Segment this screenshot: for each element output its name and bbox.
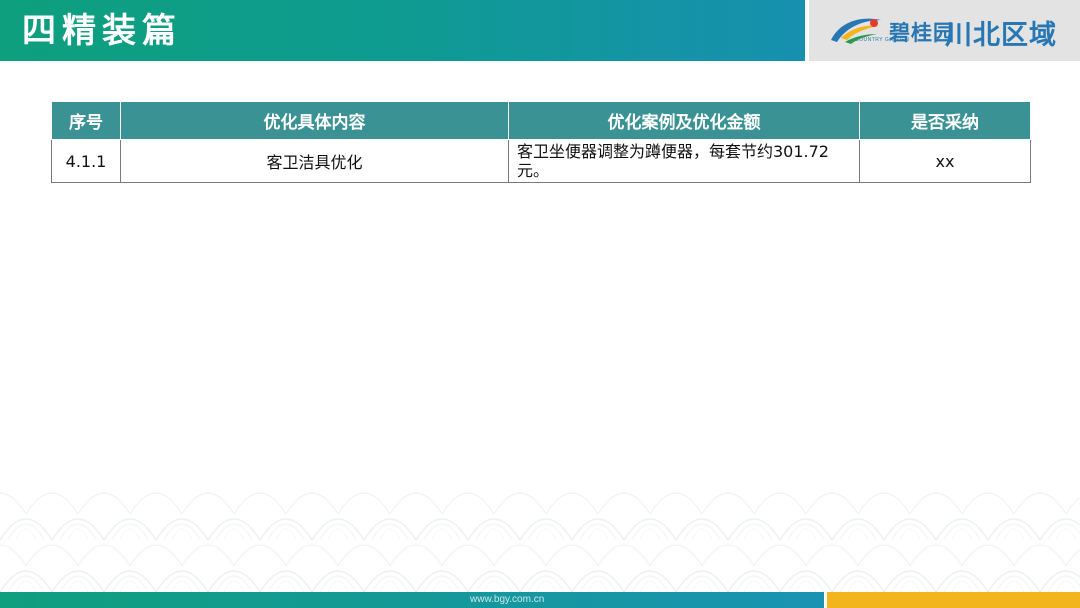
footer-url: www.bgy.com.cn: [470, 594, 545, 605]
header-adopted: 是否采纳: [859, 101, 1031, 140]
header-bar: 四精装篇: [0, 0, 805, 61]
brand-logo-box: COUNTRY GARDEN 碧桂园 川北区域: [809, 0, 1080, 61]
brand-region: 川北区域: [945, 20, 1057, 51]
optimization-table: 序号 优化具体内容 优化案例及优化金额 是否采纳 4.1.1 客卫洁具优化 客卫…: [51, 101, 1031, 183]
table-header-row: 序号 优化具体内容 优化案例及优化金额 是否采纳: [51, 101, 1031, 140]
page-title: 四精装篇: [22, 11, 182, 51]
cell-id: 4.1.1: [51, 139, 121, 183]
cell-content: 客卫洁具优化: [120, 139, 509, 183]
cell-adopted: xx: [859, 139, 1031, 183]
cell-case: 客卫坐便器调整为蹲便器，每套节约301.72元。: [508, 139, 860, 183]
header-case: 优化案例及优化金额: [508, 101, 860, 140]
table-row: 4.1.1 客卫洁具优化 客卫坐便器调整为蹲便器，每套节约301.72元。 xx: [51, 139, 1031, 183]
footer-bar: [0, 592, 824, 608]
decorative-pattern: [0, 488, 1080, 592]
header-index: 序号: [51, 101, 121, 140]
header-content: 优化具体内容: [120, 101, 509, 140]
footer-accent-bar: [827, 592, 1080, 608]
